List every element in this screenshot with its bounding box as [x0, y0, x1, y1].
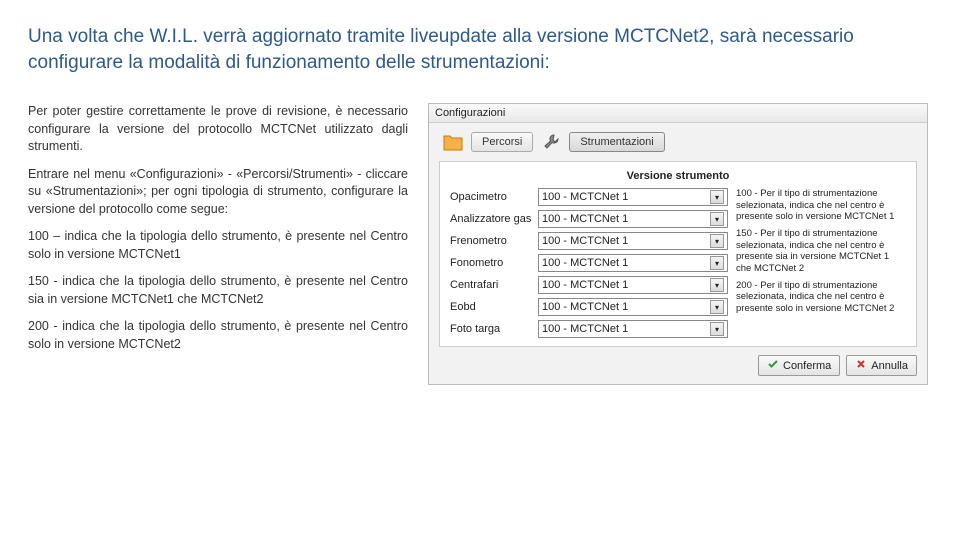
row-frenometro: Frenometro 100 - MCTCNet 1 ▾ [450, 232, 728, 250]
dialog-titlebar: Configurazioni [429, 104, 927, 123]
label-frenometro: Frenometro [450, 235, 538, 247]
tab-percorsi[interactable]: Percorsi [471, 132, 533, 152]
label-analizzatore: Analizzatore gas [450, 213, 538, 225]
chevron-down-icon: ▾ [710, 300, 724, 314]
explanation-100: 100 - Per il tipo di strumentazione sele… [736, 188, 906, 222]
select-opacimetro[interactable]: 100 - MCTCNet 1 ▾ [538, 188, 728, 206]
chevron-down-icon: ▾ [710, 190, 724, 204]
tab-strumentazioni[interactable]: Strumentazioni [569, 132, 664, 152]
page-heading: Una volta che W.I.L. verrà aggiornato tr… [28, 24, 932, 75]
explanation-200: 200 - Per il tipo di strumentazione sele… [736, 280, 906, 314]
instructions-text: Per poter gestire correttamente le prove… [28, 103, 408, 385]
label-centrafari: Centrafari [450, 279, 538, 291]
chevron-down-icon: ▾ [710, 256, 724, 270]
paragraph-4: 150 - indica che la tipologia dello stru… [28, 273, 408, 308]
dialog-title: Configurazioni [435, 107, 505, 119]
select-fototarga[interactable]: 100 - MCTCNet 1 ▾ [538, 320, 728, 338]
paragraph-3: 100 – indica che la tipologia dello stru… [28, 228, 408, 263]
select-analizzatore[interactable]: 100 - MCTCNet 1 ▾ [538, 210, 728, 228]
paragraph-1: Per poter gestire correttamente le prove… [28, 103, 408, 156]
paragraph-2: Entrare nel menu «Configurazioni» - «Per… [28, 166, 408, 219]
row-fonometro: Fonometro 100 - MCTCNet 1 ▾ [450, 254, 728, 272]
select-fonometro[interactable]: 100 - MCTCNet 1 ▾ [538, 254, 728, 272]
cancel-button[interactable]: Annulla [846, 355, 917, 376]
label-eobd: Eobd [450, 301, 538, 313]
confirm-button[interactable]: Conferma [758, 355, 840, 376]
row-centrafari: Centrafari 100 - MCTCNet 1 ▾ [450, 276, 728, 294]
explanation-column: 100 - Per il tipo di strumentazione sele… [736, 188, 906, 342]
panel-heading: Versione strumento [450, 170, 906, 182]
label-fototarga: Foto targa [450, 323, 538, 335]
chevron-down-icon: ▾ [710, 234, 724, 248]
wrench-icon [539, 131, 563, 153]
check-icon [767, 358, 779, 373]
label-opacimetro: Opacimetro [450, 191, 538, 203]
chevron-down-icon: ▾ [710, 322, 724, 336]
select-eobd[interactable]: 100 - MCTCNet 1 ▾ [538, 298, 728, 316]
row-fototarga: Foto targa 100 - MCTCNet 1 ▾ [450, 320, 728, 338]
select-frenometro[interactable]: 100 - MCTCNet 1 ▾ [538, 232, 728, 250]
close-icon [855, 358, 867, 373]
row-opacimetro: Opacimetro 100 - MCTCNet 1 ▾ [450, 188, 728, 206]
select-centrafari[interactable]: 100 - MCTCNet 1 ▾ [538, 276, 728, 294]
label-fonometro: Fonometro [450, 257, 538, 269]
paragraph-5: 200 - indica che la tipologia dello stru… [28, 318, 408, 353]
chevron-down-icon: ▾ [710, 212, 724, 226]
folder-icon [441, 131, 465, 153]
version-panel: Versione strumento Opacimetro 100 - MCTC… [439, 161, 917, 347]
explanation-150: 150 - Per il tipo di strumentazione sele… [736, 228, 906, 274]
row-analizzatore: Analizzatore gas 100 - MCTCNet 1 ▾ [450, 210, 728, 228]
row-eobd: Eobd 100 - MCTCNet 1 ▾ [450, 298, 728, 316]
config-dialog: Configurazioni Percorsi Strumentazioni V… [428, 103, 928, 385]
chevron-down-icon: ▾ [710, 278, 724, 292]
